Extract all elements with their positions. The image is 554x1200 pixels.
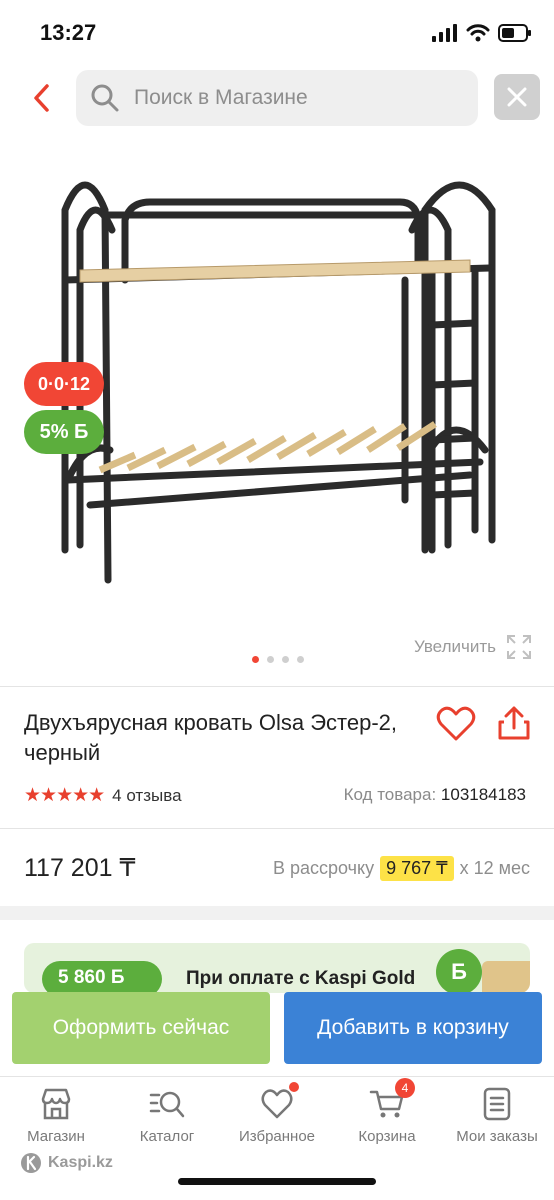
product-code-value: 103184183 [440, 785, 526, 804]
close-button[interactable] [494, 74, 540, 120]
divider [0, 828, 554, 829]
installment-amount: 9 767 ₸ [380, 856, 454, 881]
pagination-dot[interactable] [252, 656, 259, 663]
share-icon [498, 706, 530, 740]
search-row: Поиск в Магазине [0, 68, 554, 128]
shop-icon [38, 1086, 74, 1122]
wifi-icon [466, 24, 490, 42]
bottom-tab-bar: Магазин Каталог Избранное 4 Корзина Мои … [0, 1078, 554, 1158]
section-separator [0, 906, 554, 920]
search-input[interactable]: Поиск в Магазине [76, 70, 478, 126]
heart-icon [259, 1082, 299, 1122]
installment-label: В рассрочку [272, 858, 375, 878]
zoom-button[interactable]: Увеличить [414, 634, 532, 660]
signal-icon [432, 24, 457, 42]
tab-cart[interactable]: 4 Корзина [332, 1078, 442, 1145]
share-button[interactable] [496, 704, 532, 742]
rating-stars: ★★★★★ [24, 785, 105, 806]
reviews-link[interactable]: 4 отзыва [112, 786, 181, 806]
close-icon [507, 87, 527, 107]
promo-text: При оплате с Kaspi Gold [186, 968, 416, 989]
cart-count-badge: 4 [395, 1078, 415, 1098]
search-icon [91, 84, 119, 112]
divider [0, 1076, 554, 1077]
gallery-pagination [252, 656, 304, 663]
battery-icon [498, 24, 531, 42]
product-price: 117 201 ₸ [24, 854, 136, 882]
kaspi-logo-icon [21, 1153, 41, 1173]
back-button[interactable] [26, 80, 56, 116]
pagination-dot[interactable] [267, 656, 274, 663]
card-icon [482, 961, 530, 993]
installment-info: В рассрочку 9 767 ₸ x 12 мес [273, 856, 530, 881]
catalog-search-icon [149, 1086, 185, 1122]
tab-label: Каталог [139, 1128, 195, 1145]
tab-catalog[interactable]: Каталог [112, 1086, 222, 1145]
status-time: 13:27 [40, 20, 97, 45]
cart-icon: 4 [369, 1078, 415, 1122]
heart-icon [436, 706, 476, 741]
product-code-label: Код товара: [343, 785, 437, 804]
status-bar: 13:27 [0, 0, 554, 62]
kaspi-gold-promo[interactable]: 5 860 Б При оплате с Kaspi Gold Б [24, 943, 530, 993]
tab-shop[interactable]: Магазин [1, 1086, 111, 1145]
tab-label: Избранное [238, 1128, 316, 1145]
brand-logo: Kaspi.kz [20, 1152, 113, 1174]
tab-label: Корзина [358, 1128, 416, 1145]
product-gallery[interactable]: 0·0·12 5% Б Увеличить [0, 150, 554, 680]
product-rating[interactable]: ★★★★★ 4 отзыва [24, 784, 182, 807]
installment-badge: 0·0·12 [24, 362, 104, 406]
pagination-dot[interactable] [297, 656, 304, 663]
tab-favorites[interactable]: Избранное [222, 1082, 332, 1145]
pagination-dot[interactable] [282, 656, 289, 663]
tab-label: Мои заказы [456, 1128, 538, 1145]
search-placeholder: Поиск в Магазине [134, 86, 308, 109]
zoom-label: Увеличить [414, 637, 496, 656]
promo-bonus-pill: 5 860 Б [42, 961, 162, 993]
add-to-cart-button[interactable]: Добавить в корзину [284, 992, 542, 1064]
status-icons [432, 24, 532, 42]
product-title: Двухъярусная кровать Olsa Эстер-2, черны… [24, 710, 397, 765]
notification-dot [289, 1082, 299, 1092]
product-code: Код товара: 103184183 [344, 785, 526, 805]
order-now-button[interactable]: Оформить сейчас [12, 992, 270, 1064]
favorite-button[interactable] [436, 706, 476, 742]
bonus-coin-icon: Б [436, 949, 482, 993]
divider [0, 686, 554, 687]
tab-label: Магазин [27, 1128, 85, 1145]
expand-icon [507, 635, 531, 659]
home-indicator [178, 1178, 376, 1185]
orders-icon [479, 1086, 515, 1122]
chevron-left-icon [34, 84, 49, 112]
bonus-badge: 5% Б [24, 410, 104, 454]
brand-name: Kaspi.kz [48, 1154, 113, 1171]
installment-term: x 12 мес [459, 858, 530, 878]
tab-my-orders[interactable]: Мои заказы [442, 1086, 552, 1145]
